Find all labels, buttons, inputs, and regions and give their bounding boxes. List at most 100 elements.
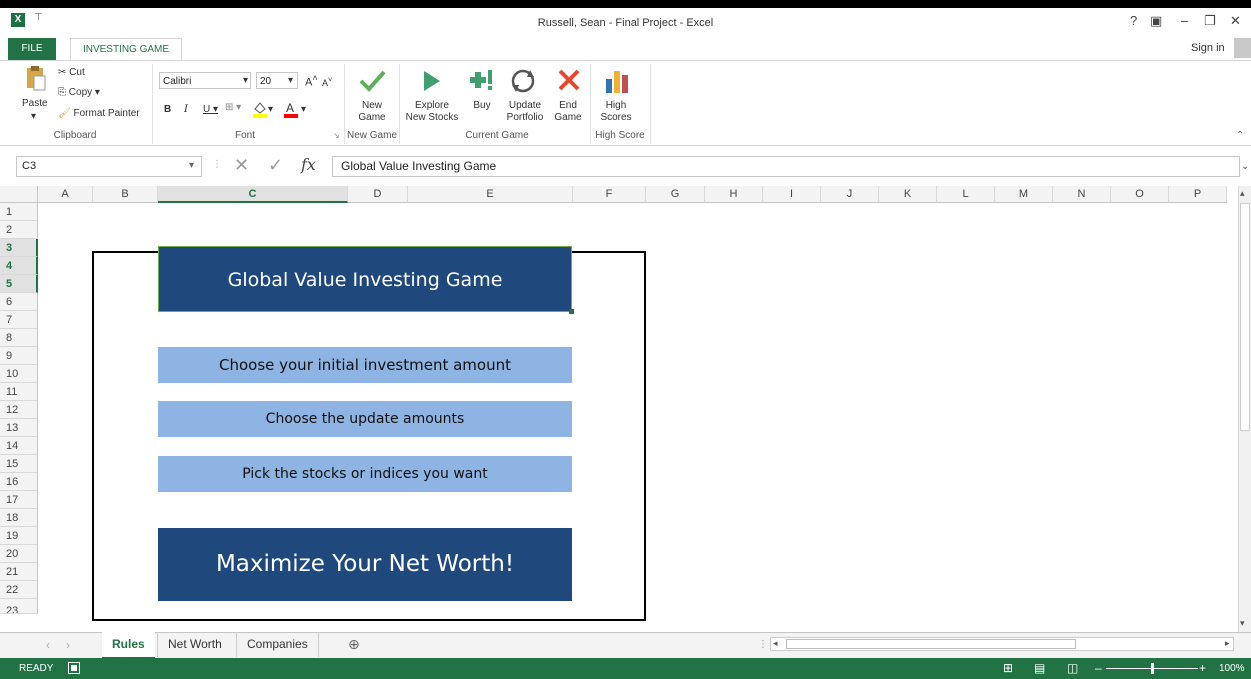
font-name-box[interactable]: Calibri: [159, 72, 251, 89]
sign-in-link[interactable]: Sign in: [1191, 42, 1225, 54]
goal-shape[interactable]: Maximize Your Net Worth!: [158, 528, 572, 601]
column-header-b[interactable]: B: [93, 186, 158, 203]
row-header-17[interactable]: 17: [0, 491, 38, 509]
user-avatar-icon[interactable]: [1234, 38, 1251, 58]
column-header-m[interactable]: M: [995, 186, 1053, 203]
cancel-entry-icon[interactable]: ✕: [234, 155, 249, 176]
row-header-2[interactable]: 2: [0, 221, 38, 239]
row-header-9[interactable]: 9: [0, 347, 38, 365]
row-header-19[interactable]: 19: [0, 527, 38, 545]
row-header-12[interactable]: 12: [0, 401, 38, 419]
column-header-i[interactable]: I: [763, 186, 821, 203]
minimize-button[interactable]: –: [1181, 13, 1188, 28]
column-header-o[interactable]: O: [1111, 186, 1169, 203]
page-layout-view-icon[interactable]: ▤: [1034, 662, 1045, 674]
column-header-g[interactable]: G: [646, 186, 705, 203]
play-icon[interactable]: [418, 66, 444, 96]
help-button[interactable]: ?: [1130, 13, 1137, 28]
zoom-out-icon[interactable]: –: [1095, 658, 1102, 679]
tab-file[interactable]: FILE: [8, 38, 56, 60]
explore-new-stocks-button[interactable]: Explore New Stocks: [402, 100, 462, 124]
font-dialog-launcher-icon[interactable]: ↘: [333, 131, 340, 140]
row-header-11[interactable]: 11: [0, 383, 38, 401]
end-icon[interactable]: [555, 66, 583, 96]
paste-icon[interactable]: [24, 64, 46, 92]
add-icon[interactable]: [468, 66, 494, 96]
end-game-button[interactable]: End Game: [550, 100, 586, 124]
column-header-p[interactable]: P: [1169, 186, 1227, 203]
scroll-left-icon[interactable]: ◂: [773, 638, 778, 649]
row-header-10[interactable]: 10: [0, 365, 38, 383]
row-header-21[interactable]: 21: [0, 563, 38, 581]
step-update-amounts[interactable]: Choose the update amounts: [158, 401, 572, 437]
font-name-dropdown-icon[interactable]: ▾: [243, 75, 248, 86]
row-header-5[interactable]: 5: [0, 275, 38, 293]
vertical-scroll-thumb[interactable]: [1240, 203, 1250, 431]
column-header-l[interactable]: L: [937, 186, 995, 203]
row-header-20[interactable]: 20: [0, 545, 38, 563]
formula-input[interactable]: Global Value Investing Game: [332, 156, 1240, 177]
tab-split-grip-icon[interactable]: ⋮: [758, 639, 768, 650]
expand-formula-bar-icon[interactable]: ⌄: [1241, 161, 1249, 172]
row-header-16[interactable]: 16: [0, 473, 38, 491]
grow-font-icon[interactable]: A˄: [305, 73, 318, 89]
shrink-font-icon[interactable]: A˅: [322, 75, 332, 88]
italic-icon[interactable]: I: [184, 104, 188, 115]
font-color-icon[interactable]: A: [283, 100, 299, 118]
refresh-icon[interactable]: [508, 66, 538, 96]
zoom-slider-thumb[interactable]: [1151, 663, 1154, 674]
paste-button[interactable]: Paste: [22, 98, 48, 109]
column-header-j[interactable]: J: [821, 186, 879, 203]
ribbon-display-button[interactable]: ▣: [1150, 13, 1162, 29]
buy-button[interactable]: Buy: [470, 100, 494, 112]
scroll-right-icon[interactable]: ▸: [1225, 638, 1230, 649]
sheet-tab-rules[interactable]: Rules: [102, 632, 155, 659]
row-header-6[interactable]: 6: [0, 293, 38, 311]
sheet-tab-companies[interactable]: Companies: [236, 632, 319, 657]
cut-button[interactable]: ✂ Cut: [58, 67, 85, 78]
select-all-corner[interactable]: [0, 186, 38, 203]
column-header-c[interactable]: C: [158, 186, 348, 203]
name-box[interactable]: C3: [16, 156, 202, 177]
paste-dropdown-icon[interactable]: ▾: [31, 111, 36, 122]
bar-chart-icon[interactable]: [603, 66, 631, 96]
scroll-up-icon[interactable]: ▴: [1240, 188, 1245, 199]
next-sheet-icon[interactable]: ›: [66, 638, 70, 652]
scroll-down-icon[interactable]: ▾: [1240, 618, 1245, 629]
column-header-a[interactable]: A: [38, 186, 93, 203]
high-scores-button[interactable]: High Scores: [594, 100, 638, 124]
normal-view-icon[interactable]: ⊞: [1003, 662, 1013, 674]
column-header-d[interactable]: D: [348, 186, 408, 203]
font-size-dropdown-icon[interactable]: ▾: [288, 75, 293, 86]
close-button[interactable]: ✕: [1230, 13, 1241, 29]
row-header-22[interactable]: 22: [0, 581, 38, 599]
row-header-1[interactable]: 1: [0, 203, 38, 221]
page-break-view-icon[interactable]: ◫: [1067, 662, 1078, 674]
insert-function-icon[interactable]: fx: [301, 155, 316, 174]
update-portfolio-button[interactable]: Update Portfolio: [503, 100, 547, 124]
macro-recording-icon[interactable]: [68, 662, 80, 674]
maximize-button[interactable]: ❐: [1204, 13, 1216, 29]
confirm-entry-icon[interactable]: ✓: [268, 155, 283, 176]
bold-icon[interactable]: B: [164, 104, 171, 115]
copy-button[interactable]: ⎘ Copy ▾: [58, 87, 100, 98]
row-header-18[interactable]: 18: [0, 509, 38, 527]
column-header-h[interactable]: H: [705, 186, 763, 203]
name-box-dropdown-icon[interactable]: ▾: [189, 160, 194, 171]
step-initial-investment[interactable]: Choose your initial investment amount: [158, 347, 572, 383]
underline-icon[interactable]: U ▾: [203, 104, 218, 115]
step-pick-stocks[interactable]: Pick the stocks or indices you want: [158, 456, 572, 492]
row-header-7[interactable]: 7: [0, 311, 38, 329]
check-icon[interactable]: [357, 66, 387, 96]
zoom-level[interactable]: 100%: [1219, 658, 1245, 679]
column-header-k[interactable]: K: [879, 186, 937, 203]
column-header-n[interactable]: N: [1053, 186, 1111, 203]
zoom-in-icon[interactable]: +: [1199, 658, 1206, 679]
title-shape[interactable]: Global Value Investing Game: [158, 246, 572, 312]
row-header-15[interactable]: 15: [0, 455, 38, 473]
row-header-14[interactable]: 14: [0, 437, 38, 455]
new-game-button[interactable]: New Game: [350, 100, 394, 124]
format-painter-button[interactable]: 🖌 Format Painter: [58, 108, 140, 119]
fill-color-dropdown-icon[interactable]: ▾: [268, 104, 273, 115]
horizontal-scroll-thumb[interactable]: [786, 639, 1076, 649]
